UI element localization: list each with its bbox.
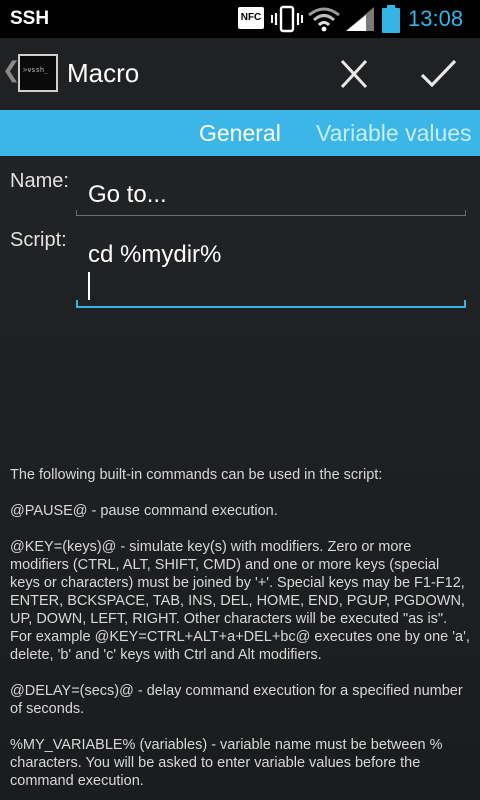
page-title: Macro — [67, 58, 140, 88]
status-bar: SSH NFC 13:08 — [0, 0, 480, 38]
vibrate-icon — [271, 5, 303, 33]
help-pause: @PAUSE@ - pause command execution. — [10, 503, 278, 519]
help-text: The following built-in commands can be u… — [10, 466, 472, 800]
help-intro: The following built-in commands can be u… — [10, 467, 383, 483]
help-variable: %MY_VARIABLE% (variables) - variable nam… — [10, 737, 443, 789]
name-field[interactable]: Go to... — [76, 172, 466, 216]
clock: 13:08 — [408, 6, 464, 31]
name-label: Name: — [10, 170, 69, 192]
name-value: Go to... — [88, 181, 167, 208]
tab-bar: General Variable values — [0, 110, 480, 156]
tab-variable-values[interactable]: Variable values — [316, 120, 472, 147]
script-label: Script: — [10, 229, 67, 251]
text-cursor — [88, 272, 90, 300]
tab-general[interactable]: General — [199, 120, 281, 147]
macro-editor-screen: SSH NFC 13:08 ❮ >vssh_ Macro General Var… — [0, 0, 480, 800]
app-icon[interactable]: >vssh_ — [18, 54, 58, 92]
check-icon[interactable] — [412, 52, 464, 96]
nfc-icon: NFC — [238, 7, 264, 29]
battery-icon — [382, 5, 400, 33]
help-key: @KEY=(keys)@ - simulate key(s) with modi… — [10, 539, 470, 663]
script-field[interactable]: cd %mydir% — [76, 232, 466, 308]
help-delay: @DELAY=(secs)@ - delay command execution… — [10, 683, 463, 717]
script-value: cd %mydir% — [88, 241, 222, 268]
action-bar: ❮ >vssh_ Macro — [0, 38, 480, 110]
carrier-label: SSH — [10, 8, 50, 29]
wifi-icon — [308, 7, 340, 32]
close-icon[interactable] — [330, 52, 378, 96]
signal-icon — [346, 7, 374, 31]
